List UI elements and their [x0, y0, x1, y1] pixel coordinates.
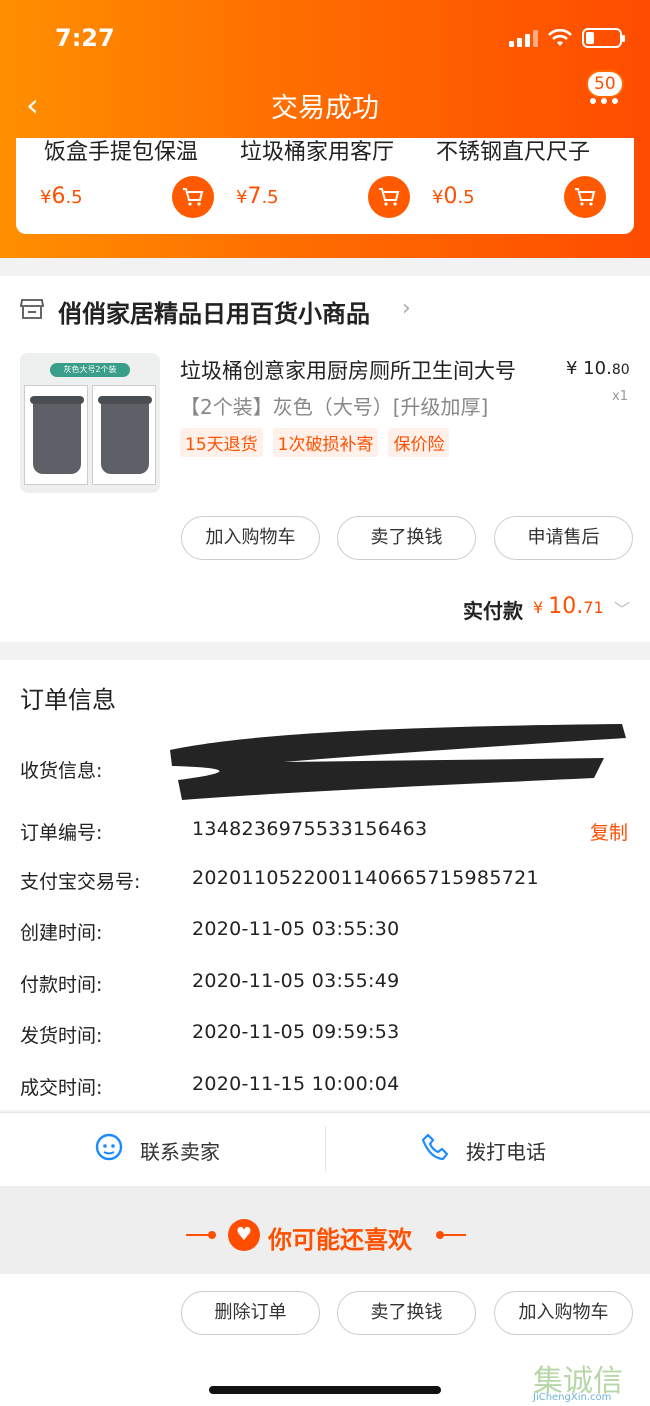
add-to-cart-icon[interactable]	[564, 176, 606, 218]
status-icons	[509, 28, 625, 48]
status-time: 7:27	[55, 24, 115, 52]
recommended-item-price: ¥7.5	[236, 184, 279, 209]
watermark-url: JiChengXin.com	[533, 1392, 612, 1403]
alipay-number: 2020110522001140665715985721	[192, 867, 539, 889]
product-title[interactable]: 垃圾桶创意家用厨房厕所卫生间大号	[180, 355, 516, 385]
recommended-item[interactable]: 垃圾桶家用客厅 ¥7.5	[212, 138, 410, 234]
shipped-time: 2020-11-05 09:59:53	[192, 1021, 400, 1043]
order-number: 1348236975533156463	[192, 818, 428, 840]
sell-button[interactable]: 卖了换钱	[337, 516, 476, 560]
service-tag: 15天退货	[180, 428, 263, 457]
after-sales-button[interactable]: 申请售后	[494, 516, 633, 560]
product-price: ¥ 10.80	[566, 358, 630, 379]
add-to-cart-icon[interactable]	[172, 176, 214, 218]
page-title: 交易成功	[271, 93, 379, 124]
delete-order-button[interactable]: 删除订单	[181, 1291, 320, 1335]
paid-time-label: 付款时间:	[20, 974, 103, 996]
paid-time: 2020-11-05 03:55:49	[192, 970, 400, 992]
divider	[325, 1126, 326, 1172]
shipped-time-label: 发货时间:	[20, 1025, 103, 1047]
recommended-item-price: ¥0.5	[432, 184, 475, 209]
copy-button[interactable]: 复制	[590, 818, 628, 845]
product-quantity: x1	[612, 389, 628, 404]
order-info-title: 订单信息	[20, 686, 116, 714]
shop-name[interactable]: 俏俏家居精品日用百货小商品	[58, 294, 370, 329]
closed-time-label: 成交时间:	[20, 1077, 103, 1099]
recommended-item-name: 饭盒手提包保温	[44, 140, 199, 165]
battery-icon	[582, 28, 625, 48]
signal-icon	[509, 29, 538, 47]
wifi-icon	[548, 29, 572, 46]
chat-icon[interactable]	[94, 1132, 124, 1162]
recommend-title: 你可能还喜欢	[268, 1226, 412, 1254]
closed-time: 2020-11-15 10:00:04	[192, 1073, 400, 1095]
decor-dot	[208, 1231, 216, 1239]
more-dots-icon	[590, 98, 618, 104]
service-tags: 15天退货 1次破损补寄 保价险	[180, 428, 450, 457]
shop-icon	[20, 299, 44, 319]
recommended-item[interactable]: 饭盒手提包保温 ¥6.5	[16, 138, 214, 234]
recommended-item[interactable]: 不锈钢直尺尺子 ¥0.5	[408, 138, 606, 234]
recommended-strip: 饭盒手提包保温 ¥6.5 垃圾桶家用客厅 ¥7.5 不锈钢直尺尺子 ¥0.5	[16, 138, 634, 234]
decor-line	[440, 1234, 466, 1236]
created-time: 2020-11-05 03:55:30	[192, 918, 400, 940]
call-phone-button[interactable]: 拨打电话	[466, 1136, 546, 1165]
trash-can-image	[92, 385, 156, 485]
paid-label: 实付款	[463, 599, 523, 623]
trash-can-image	[24, 385, 88, 485]
product-image[interactable]: 灰色大号2个装	[20, 353, 160, 493]
product-spec: 【2个装】灰色（大号）[升级加厚]	[180, 395, 489, 419]
alipay-number-label: 支付宝交易号:	[20, 871, 141, 893]
more-menu-button[interactable]: 50	[586, 70, 630, 114]
paid-amount[interactable]: ¥ 10.71	[533, 594, 604, 619]
contact-seller-button[interactable]: 联系卖家	[140, 1136, 220, 1165]
add-to-cart-button[interactable]: 加入购物车	[181, 516, 320, 560]
product-image-tag: 灰色大号2个装	[50, 363, 130, 377]
message-badge: 50	[586, 70, 624, 98]
order-number-label: 订单编号:	[20, 822, 103, 844]
add-to-cart-icon[interactable]	[368, 176, 410, 218]
sell-button[interactable]: 卖了换钱	[337, 1291, 476, 1335]
chevron-down-icon[interactable]: ﹀	[614, 596, 630, 620]
recommended-item-name: 垃圾桶家用客厅	[240, 140, 395, 165]
recommended-item-price: ¥6.5	[40, 184, 83, 209]
redacted-address-scribble	[170, 724, 626, 800]
add-to-cart-button[interactable]: 加入购物车	[494, 1291, 633, 1335]
receiver-label: 收货信息:	[20, 760, 103, 782]
service-tag: 保价险	[388, 428, 450, 457]
recommended-item-name: 不锈钢直尺尺子	[436, 140, 591, 165]
chevron-right-icon[interactable]: ›	[402, 296, 411, 321]
service-tag: 1次破损补寄	[272, 428, 379, 457]
created-time-label: 创建时间:	[20, 922, 103, 944]
home-indicator[interactable]	[209, 1386, 441, 1394]
phone-icon[interactable]	[420, 1132, 450, 1162]
heart-icon: ♥	[228, 1219, 260, 1251]
